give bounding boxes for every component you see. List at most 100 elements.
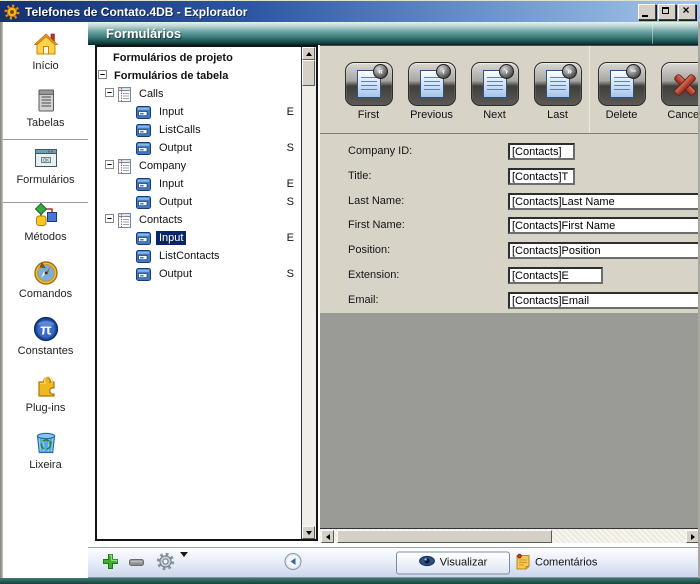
next-button[interactable]: ›Next	[463, 62, 526, 121]
tree-item-label[interactable]: ListCalls	[156, 123, 204, 137]
document-icon: ›	[483, 70, 507, 98]
doc-first-icon[interactable]: «	[345, 62, 393, 106]
collapse-expander-icon[interactable]	[105, 214, 118, 226]
toolbar-button-label: Previous	[400, 109, 463, 121]
svg-text:OK: OK	[42, 158, 48, 163]
tree-item-label[interactable]: Output	[156, 141, 195, 155]
tree-vertical-scrollbar[interactable]	[301, 47, 316, 539]
sidebar-item-lixeira[interactable]: Lixeira	[3, 429, 88, 483]
tree-row-contacts[interactable]: Contacts	[97, 211, 301, 229]
field-row-extension-: Extension:[Contacts]E	[320, 267, 700, 285]
constants-icon: π	[32, 315, 60, 343]
tree-item-label[interactable]: Company	[136, 159, 189, 173]
scroll-up-button[interactable]	[302, 47, 315, 60]
window-frame-left	[0, 22, 3, 584]
tree-item-label[interactable]: Contacts	[136, 213, 185, 227]
field-input[interactable]: [Contacts]	[508, 143, 575, 160]
tree-row-formul-rios-de-tabela[interactable]: Formulários de tabela	[97, 67, 301, 85]
first-button[interactable]: « First	[337, 62, 400, 121]
tree-row-input[interactable]: Input E	[97, 175, 301, 193]
tree-row-listcontacts[interactable]: ListContacts	[97, 247, 301, 265]
tree-item-label[interactable]: Formulários de projeto	[110, 51, 236, 65]
close-button[interactable]: ×	[678, 4, 696, 20]
add-button[interactable]	[102, 553, 119, 573]
tree-item-label[interactable]: Output	[156, 267, 195, 281]
maximize-button[interactable]	[658, 4, 676, 20]
collapse-expander-icon[interactable]	[105, 160, 118, 172]
field-input[interactable]: [Contacts]E	[508, 267, 603, 284]
sidebar-item-tabelas[interactable]: Tabelas	[3, 87, 88, 141]
scroll-thumb[interactable]	[337, 530, 552, 543]
doc-next-icon[interactable]: ›	[471, 62, 519, 106]
tree-row-output[interactable]: Output S	[97, 265, 301, 283]
sidebar-item-plug-ins[interactable]: Plug-ins	[3, 372, 88, 426]
tree-row-formul-rios-de-projeto[interactable]: Formulários de projeto	[97, 49, 301, 67]
tree-row-input[interactable]: InputE	[97, 103, 301, 121]
tree-item-label[interactable]: Input	[156, 105, 186, 119]
tree-item-label[interactable]: Input	[156, 177, 186, 191]
visualizar-button[interactable]: Visualizar	[396, 551, 510, 574]
field-input[interactable]: [Contacts]Last Name	[508, 193, 700, 210]
field-input[interactable]: [Contacts]Position	[508, 242, 700, 259]
minimize-button[interactable]	[638, 4, 656, 20]
sidebar-item-formul-rios[interactable]: OKFormulários	[3, 139, 88, 203]
title-bar[interactable]: Telefones de Contato.4DB - Explorador ×	[0, 0, 700, 22]
last-button[interactable]: » Last	[526, 62, 589, 121]
form-type-tag: S	[287, 268, 294, 280]
badge-glyph: −	[626, 64, 641, 79]
collapse-panel-button[interactable]	[284, 552, 302, 573]
arrow-up-icon	[306, 52, 312, 56]
delete-button[interactable]: − Delete	[590, 62, 653, 121]
tree-row-calls[interactable]: Calls	[97, 85, 301, 103]
tree-item-label[interactable]: Formulários de tabela	[111, 69, 231, 83]
tree-item-label[interactable]: Output	[156, 195, 195, 209]
tree-item-label[interactable]: Input	[156, 231, 186, 245]
commands-icon	[32, 258, 60, 286]
collapse-expander-icon[interactable]	[98, 70, 111, 82]
remove-button[interactable]	[129, 557, 144, 569]
toolbar-button-label: Delete	[590, 109, 653, 121]
sidebar-item-label: Tabelas	[3, 117, 88, 129]
form-icon	[136, 268, 156, 281]
field-input[interactable]: [Contacts]Email	[508, 292, 700, 309]
tree-row-company[interactable]: Company	[97, 157, 301, 175]
scroll-left-button[interactable]	[321, 530, 334, 543]
cancel-x-icon[interactable]	[661, 62, 700, 106]
tree-row-listcalls[interactable]: ListCalls	[97, 121, 301, 139]
comentarios-button[interactable]: Comentários	[516, 553, 597, 572]
cancel-button[interactable]: Cancel	[653, 62, 700, 121]
form-preview-toolbar: « First ‹ Previous›Next » Last − DeleteCancel	[320, 46, 700, 134]
tree-row-output[interactable]: OutputS	[97, 193, 301, 211]
field-label: Email:	[348, 294, 379, 306]
scroll-down-button[interactable]	[302, 526, 315, 539]
badge-glyph: «	[373, 64, 388, 79]
doc-delete-icon[interactable]: −	[598, 62, 646, 106]
doc-previous-icon[interactable]: ‹	[408, 62, 456, 106]
doc-last-icon[interactable]: »	[534, 62, 582, 106]
home-icon	[32, 30, 60, 58]
scroll-thumb[interactable]	[302, 60, 315, 86]
tree-item-label[interactable]: Calls	[136, 87, 166, 101]
badge-glyph: »	[562, 64, 577, 79]
previous-button[interactable]: ‹ Previous	[400, 62, 463, 121]
field-input[interactable]: [Contacts]T	[508, 168, 575, 185]
sidebar-item-comandos[interactable]: Comandos	[3, 258, 88, 312]
toolbar-button-label: Last	[526, 109, 589, 121]
sidebar-item-constantes[interactable]: πConstantes	[3, 315, 88, 369]
collapse-expander-icon[interactable]	[105, 88, 118, 100]
tree-row-input[interactable]: InputE	[97, 229, 301, 247]
gear-button[interactable]	[156, 552, 175, 574]
preview-horizontal-scrollbar[interactable]	[320, 528, 700, 543]
tree-row-output[interactable]: OutputS	[97, 139, 301, 157]
header-splitter[interactable]	[652, 22, 653, 44]
field-row-first-name-: First Name:[Contacts]First Name	[320, 217, 700, 235]
trash-icon	[32, 429, 60, 457]
tree-item-label[interactable]: ListContacts	[156, 249, 223, 263]
toolbar-button-label: First	[337, 109, 400, 121]
sidebar-item-m-todos[interactable]: Métodos	[3, 201, 88, 255]
gear-menu-arrow[interactable]	[180, 557, 188, 569]
field-input[interactable]: [Contacts]First Name	[508, 217, 700, 234]
field-label: Company ID:	[348, 145, 412, 157]
sidebar-item-in-cio[interactable]: Início	[3, 30, 88, 84]
form-type-tag: E	[287, 178, 294, 190]
